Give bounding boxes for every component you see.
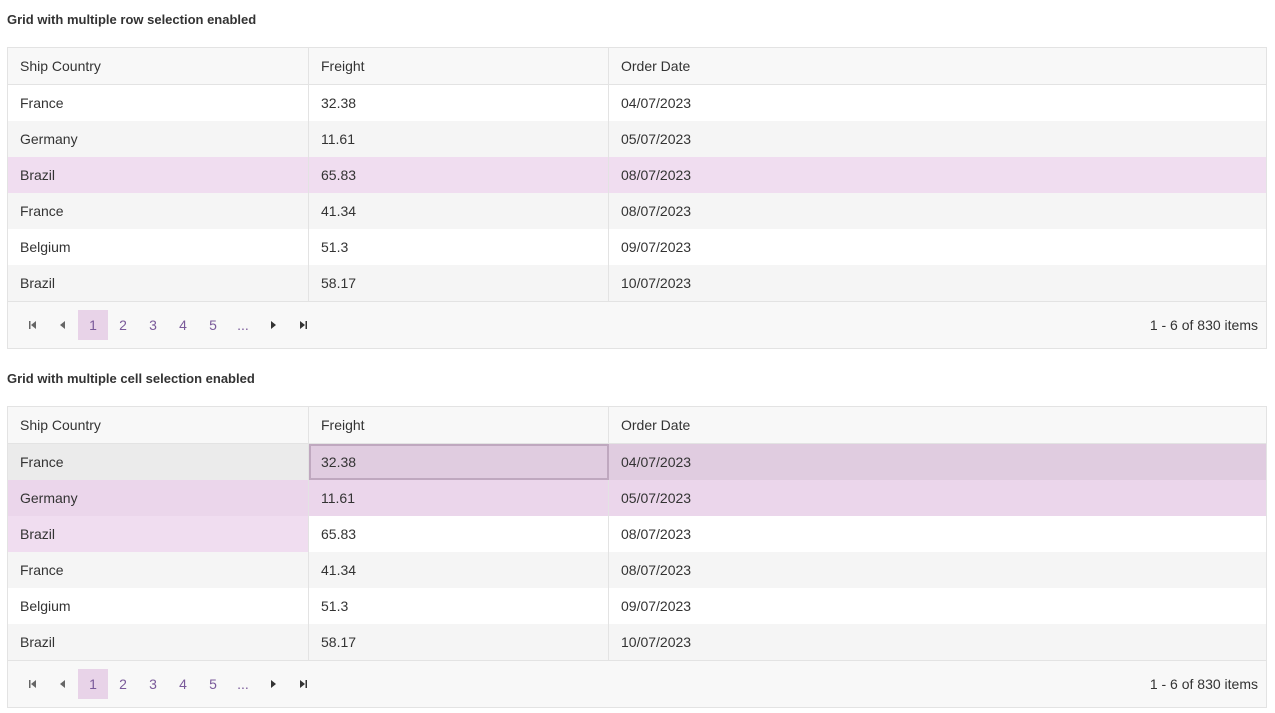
grid-header: Ship Country Freight Order Date: [8, 48, 1266, 85]
cell-ship-country[interactable]: France: [8, 193, 309, 229]
cell-freight[interactable]: 11.61: [309, 121, 609, 157]
cell-freight[interactable]: 51.3: [309, 588, 609, 624]
cell-freight[interactable]: 41.34: [309, 193, 609, 229]
cell-ship-country[interactable]: Brazil: [8, 157, 309, 193]
table-row[interactable]: Brazil 58.17 10/07/2023: [8, 265, 1266, 301]
grid1-title: Grid with multiple row selection enabled: [7, 12, 257, 27]
first-page-icon[interactable]: [18, 310, 48, 340]
cell-order-date[interactable]: 09/07/2023: [609, 588, 1266, 624]
cell-ship-country[interactable]: Belgium: [8, 588, 309, 624]
cell-freight-focused[interactable]: 32.38: [309, 444, 609, 480]
table-row[interactable]: France 32.38 04/07/2023: [8, 444, 1266, 480]
page-button-4[interactable]: 4: [168, 310, 198, 340]
cell-selection-grid: Ship Country Freight Order Date France 3…: [7, 406, 1267, 708]
table-row[interactable]: Belgium 51.3 09/07/2023: [8, 588, 1266, 624]
table-row[interactable]: France 41.34 08/07/2023: [8, 552, 1266, 588]
cell-ship-country[interactable]: France: [8, 444, 309, 480]
table-row[interactable]: France 41.34 08/07/2023: [8, 193, 1266, 229]
previous-page-icon[interactable]: [48, 310, 78, 340]
next-page-icon[interactable]: [258, 669, 288, 699]
page-button-1[interactable]: 1: [78, 310, 108, 340]
cell-ship-country[interactable]: France: [8, 85, 309, 121]
cell-order-date[interactable]: 08/07/2023: [609, 516, 1266, 552]
page-button-3[interactable]: 3: [138, 669, 168, 699]
last-page-icon[interactable]: [288, 669, 318, 699]
previous-page-icon[interactable]: [48, 669, 78, 699]
column-header-ship-country[interactable]: Ship Country: [8, 407, 309, 443]
page-button-3[interactable]: 3: [138, 310, 168, 340]
page-button-2[interactable]: 2: [108, 310, 138, 340]
cell-freight[interactable]: 65.83: [309, 516, 609, 552]
cell-order-date[interactable]: 09/07/2023: [609, 229, 1266, 265]
pager-info: 1 - 6 of 830 items: [1149, 676, 1258, 692]
cell-ship-country[interactable]: Germany: [8, 121, 309, 157]
cell-freight[interactable]: 65.83: [309, 157, 609, 193]
cell-order-date[interactable]: 08/07/2023: [609, 552, 1266, 588]
table-row[interactable]: Brazil 65.83 08/07/2023: [8, 516, 1266, 552]
cell-freight[interactable]: 51.3: [309, 229, 609, 265]
table-row[interactable]: France 32.38 04/07/2023: [8, 85, 1266, 121]
pager: 1 2 3 4 5 ... 1 - 6 of 830 items: [8, 301, 1266, 348]
page-button-5[interactable]: 5: [198, 669, 228, 699]
cell-ship-country[interactable]: Brazil: [8, 265, 309, 301]
column-header-freight[interactable]: Freight: [309, 407, 609, 443]
table-row[interactable]: Germany 11.61 05/07/2023: [8, 480, 1266, 516]
cell-freight[interactable]: 58.17: [309, 265, 609, 301]
pager: 1 2 3 4 5 ... 1 - 6 of 830 items: [8, 660, 1266, 707]
page-button-more[interactable]: ...: [228, 669, 258, 699]
cell-ship-country-selected[interactable]: Germany: [8, 480, 309, 516]
cell-freight-selected[interactable]: 11.61: [309, 480, 609, 516]
table-row[interactable]: Belgium 51.3 09/07/2023: [8, 229, 1266, 265]
row-selection-grid: Ship Country Freight Order Date France 3…: [7, 47, 1267, 349]
cell-order-date[interactable]: 08/07/2023: [609, 157, 1266, 193]
grid2-title: Grid with multiple cell selection enable…: [7, 371, 255, 386]
cell-freight[interactable]: 58.17: [309, 624, 609, 660]
column-header-freight[interactable]: Freight: [309, 48, 609, 84]
cell-ship-country[interactable]: France: [8, 552, 309, 588]
cell-order-date-selected[interactable]: 05/07/2023: [609, 480, 1266, 516]
cell-order-date[interactable]: 05/07/2023: [609, 121, 1266, 157]
cell-order-date-selected[interactable]: 04/07/2023: [609, 444, 1266, 480]
cell-order-date[interactable]: 10/07/2023: [609, 624, 1266, 660]
cell-order-date[interactable]: 04/07/2023: [609, 85, 1266, 121]
page-button-1[interactable]: 1: [78, 669, 108, 699]
cell-ship-country-selected[interactable]: Brazil: [8, 516, 309, 552]
cell-order-date[interactable]: 08/07/2023: [609, 193, 1266, 229]
pager-info: 1 - 6 of 830 items: [1149, 317, 1258, 333]
cell-freight[interactable]: 32.38: [309, 85, 609, 121]
table-row[interactable]: Brazil 58.17 10/07/2023: [8, 624, 1266, 660]
cell-order-date[interactable]: 10/07/2023: [609, 265, 1266, 301]
grid-header: Ship Country Freight Order Date: [8, 407, 1266, 444]
first-page-icon[interactable]: [18, 669, 48, 699]
column-header-order-date[interactable]: Order Date: [609, 407, 1266, 443]
last-page-icon[interactable]: [288, 310, 318, 340]
cell-freight[interactable]: 41.34: [309, 552, 609, 588]
next-page-icon[interactable]: [258, 310, 288, 340]
cell-ship-country[interactable]: Belgium: [8, 229, 309, 265]
column-header-order-date[interactable]: Order Date: [609, 48, 1266, 84]
page-button-2[interactable]: 2: [108, 669, 138, 699]
page-button-more[interactable]: ...: [228, 310, 258, 340]
cell-ship-country[interactable]: Brazil: [8, 624, 309, 660]
column-header-ship-country[interactable]: Ship Country: [8, 48, 309, 84]
table-row-selected[interactable]: Brazil 65.83 08/07/2023: [8, 157, 1266, 193]
page-button-5[interactable]: 5: [198, 310, 228, 340]
table-row[interactable]: Germany 11.61 05/07/2023: [8, 121, 1266, 157]
page-button-4[interactable]: 4: [168, 669, 198, 699]
